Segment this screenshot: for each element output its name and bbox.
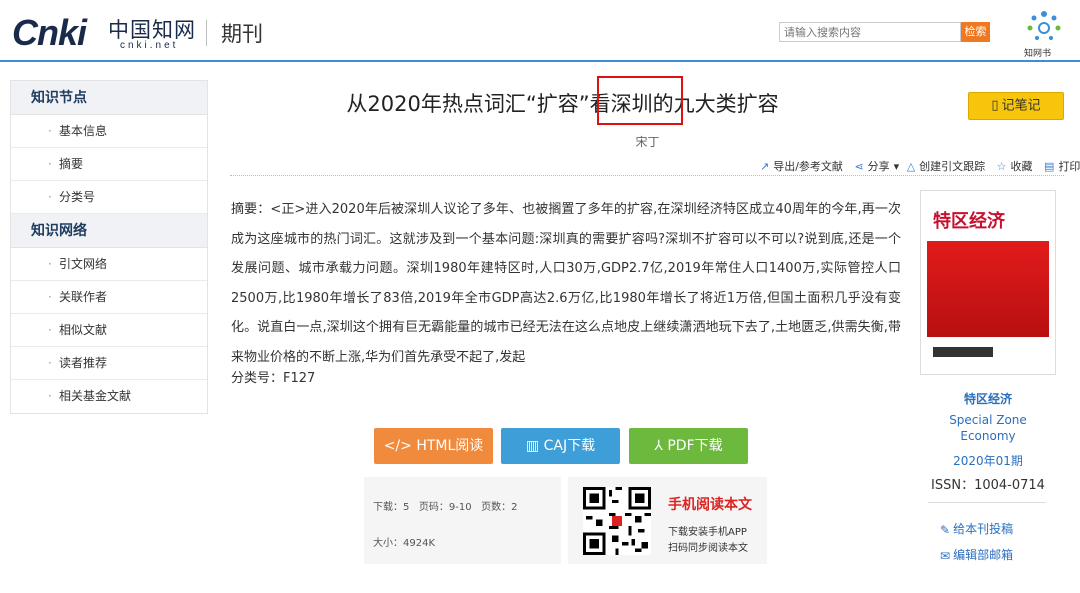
cover-artwork xyxy=(927,241,1049,337)
share-link[interactable]: ⋖ 分享 ▾ xyxy=(854,160,899,173)
article-author[interactable]: 宋丁 xyxy=(230,133,1065,150)
right-divider xyxy=(928,502,1046,503)
mail-icon: ✉ xyxy=(940,548,951,563)
mobile-read-line2: 扫码同步阅读本文 xyxy=(668,543,748,554)
star-icon: ☆ xyxy=(996,160,1007,173)
mobile-read-line1: 下载安装手机APP xyxy=(668,527,747,538)
caj-download-button[interactable]: ▥ CAJ下载 xyxy=(501,428,620,464)
take-note-label: 记笔记 xyxy=(1001,98,1041,114)
search-button[interactable]: 检索 xyxy=(961,22,990,42)
classification-number: 分类号：F127 xyxy=(231,367,315,386)
sidebar-item-similar-papers[interactable]: 相似文献 xyxy=(11,314,207,347)
sidebar-group-knowledge-nodes: 知识节点 xyxy=(11,81,207,115)
cnki-logo[interactable]: Cnki 中国知网 cnki.net xyxy=(12,10,197,54)
print-link[interactable]: ▤ 打印 xyxy=(1044,160,1080,173)
cover-barcode xyxy=(933,347,993,357)
mobile-read-title: 手机阅读本文 xyxy=(668,497,752,513)
knowledge-sidebar: 知识节点 基本信息 摘要 分类号 知识网络 引文网络 关联作者 相似文献 读者推… xyxy=(10,80,208,414)
zhiwangshu-logo-icon[interactable] xyxy=(1024,8,1064,48)
logo-domain-text: cnki.net xyxy=(120,40,179,51)
download-count: 5 xyxy=(403,502,410,513)
cover-image: 特区经济 xyxy=(927,197,1049,367)
book-icon: ▥ xyxy=(525,438,544,454)
search-input[interactable] xyxy=(779,22,961,42)
html-read-button[interactable]: </> HTML阅读 xyxy=(374,428,493,464)
sidebar-item-citation-network[interactable]: 引文网络 xyxy=(11,248,207,281)
sidebar-group-knowledge-network: 知识网络 xyxy=(11,214,207,248)
printer-icon: ▤ xyxy=(1044,160,1055,173)
pdf-icon: ⅄ xyxy=(654,438,668,454)
journal-issn: ISSN：1004-0714 xyxy=(931,478,1045,493)
pdf-download-button[interactable]: ⅄ PDF下载 xyxy=(629,428,748,464)
submit-icon: ✎ xyxy=(940,522,951,537)
code-icon: </> xyxy=(383,438,417,454)
sidebar-item-related-authors[interactable]: 关联作者 xyxy=(11,281,207,314)
qr-code-icon[interactable] xyxy=(583,487,651,555)
take-note-button[interactable]: ▯ 记笔记 xyxy=(968,92,1064,120)
sidebar-item-reader-recommend[interactable]: 读者推荐 xyxy=(11,347,207,380)
journal-name-en[interactable]: Special Zone Economy xyxy=(925,412,1051,444)
logo-cnki-text: Cnki xyxy=(12,12,87,53)
page-count: 2 xyxy=(511,502,518,513)
page-range: 9-10 xyxy=(448,502,472,513)
zhiwangshu-label: 知网书 xyxy=(1024,49,1052,59)
article-abstract: 摘要：<正>进入2020年后被深圳人议论了多年、也被搁置了多年的扩容,在深圳经济… xyxy=(231,195,901,372)
journal-cover[interactable]: 特区经济 xyxy=(920,190,1056,375)
favorite-link[interactable]: ☆ 收藏 xyxy=(997,160,1037,173)
journal-issue[interactable]: 2020年01期 xyxy=(920,452,1056,469)
file-info-box: 下载：5 页码：9-10 页数：2 大小：4924K xyxy=(364,477,561,564)
export-link[interactable]: ↗ 导出/参考文献 xyxy=(760,160,847,173)
bell-icon: △ xyxy=(906,160,916,173)
sidebar-item-classification[interactable]: 分类号 xyxy=(11,181,207,214)
title-divider xyxy=(230,175,1064,176)
share-icon: ⋖ xyxy=(854,160,864,173)
journal-name-cn[interactable]: 特区经济 xyxy=(920,390,1056,407)
top-header: Cnki 中国知网 cnki.net 期刊 检索 知网书 xyxy=(0,0,1080,62)
sidebar-item-basic-info[interactable]: 基本信息 xyxy=(11,115,207,148)
article-title: 从2020年热点词汇“扩容”看深圳的九大类扩容 xyxy=(346,92,779,116)
export-icon: ↗ xyxy=(760,160,770,173)
submit-manuscript-link[interactable]: ✎ 给本刊投稿 xyxy=(940,520,1013,537)
sidebar-item-related-fund-papers[interactable]: 相关基金文献 xyxy=(11,380,207,413)
file-size: 大小：4924K xyxy=(373,538,436,549)
file-size-value: 4924K xyxy=(403,538,436,549)
mobile-read-box: 手机阅读本文 下载安装手机APP 扫码同步阅读本文 xyxy=(568,477,767,564)
header-divider xyxy=(206,20,207,46)
sidebar-item-abstract[interactable]: 摘要 xyxy=(11,148,207,181)
notebook-icon: ▯ xyxy=(991,98,999,113)
highlight-annotation-box xyxy=(597,76,683,125)
section-title: 期刊 xyxy=(221,22,263,46)
article-toolbar: ↗ 导出/参考文献 ⋖ 分享 ▾ △ 创建引文跟踪 ☆ 收藏 ▤ 打印 xyxy=(760,158,1080,174)
cover-header: 特区经济 xyxy=(927,197,1049,239)
class-value[interactable]: F127 xyxy=(283,371,315,386)
abstract-label: 摘要： xyxy=(231,202,271,217)
track-citation-link[interactable]: △ 创建引文跟踪 xyxy=(907,160,989,173)
class-label: 分类号： xyxy=(231,371,284,386)
file-stats: 下载：5 页码：9-10 页数：2 xyxy=(373,502,518,513)
abstract-text: <正>进入2020年后被深圳人议论了多年、也被搁置了多年的扩容,在深圳经济特区成… xyxy=(231,202,901,365)
editorial-email-link[interactable]: ✉ 编辑部邮箱 xyxy=(940,546,1013,563)
cover-title-text: 特区经济 xyxy=(933,211,1005,232)
